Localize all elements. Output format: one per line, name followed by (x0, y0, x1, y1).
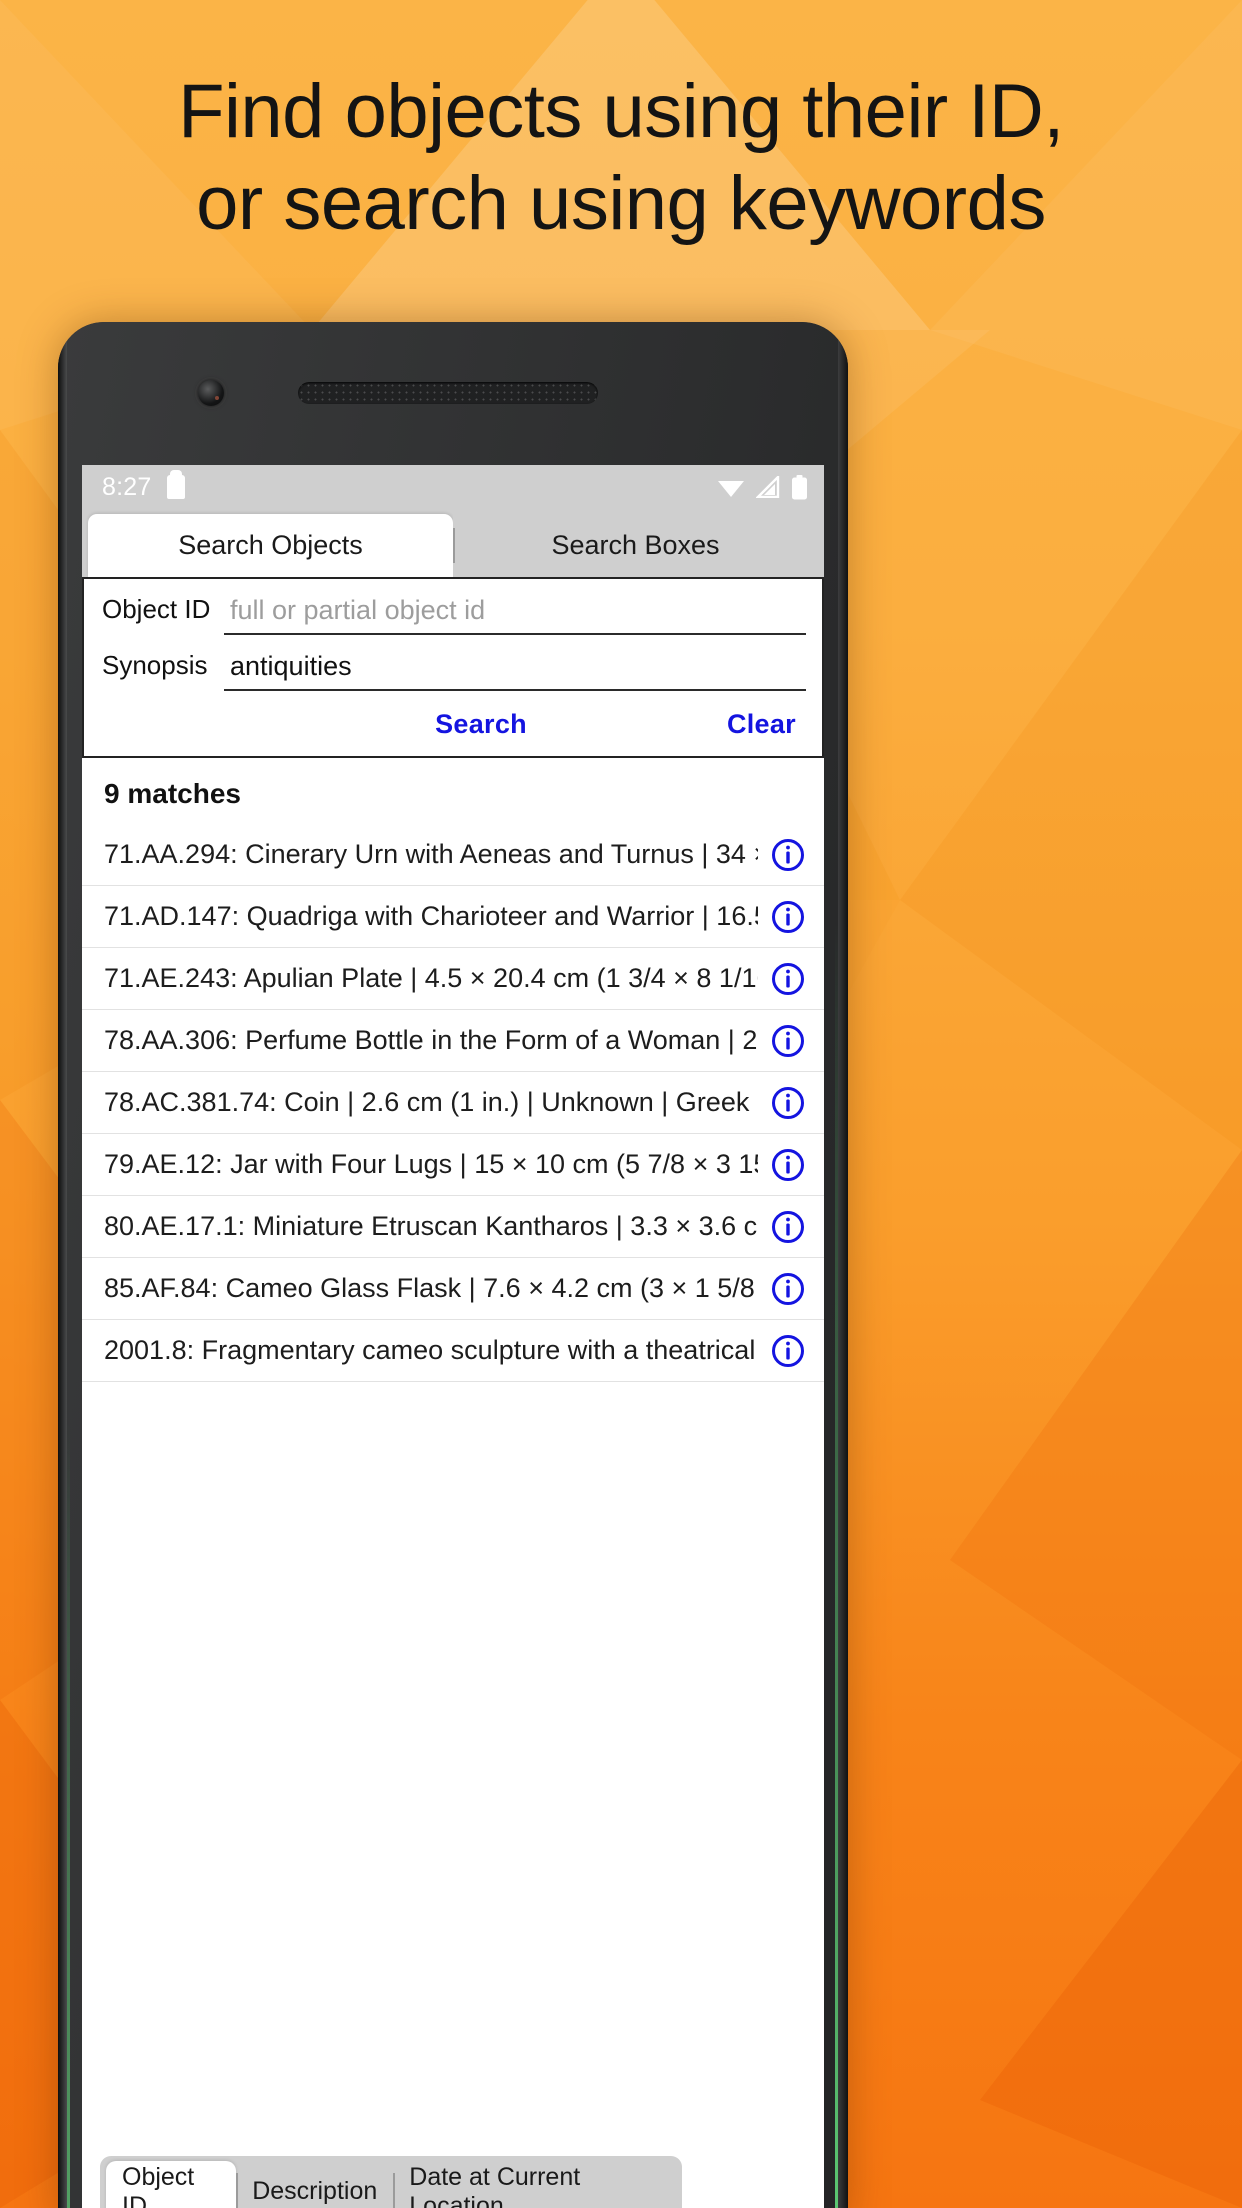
info-circle-icon[interactable] (768, 1021, 808, 1061)
list-item[interactable]: 71.AE.243: Apulian Plate | 4.5 × 20.4 cm… (82, 948, 824, 1010)
sort-tab-date-at-current-location[interactable]: Date at Current Location (393, 2161, 682, 2208)
sort-tab-description-label: Description (252, 2177, 378, 2205)
phone-left-rim (58, 322, 67, 2208)
status-bar-time: 8:27 (102, 472, 152, 501)
list-item-label: 85.AF.84: Cameo Glass Flask | 7.6 × 4.2 … (104, 1273, 758, 1303)
synopsis-label: Synopsis (102, 650, 208, 680)
list-item[interactable]: 85.AF.84: Cameo Glass Flask | 7.6 × 4.2 … (82, 1258, 824, 1320)
list-item[interactable]: 2001.8: Fragmentary cameo sculpture with… (82, 1320, 824, 1382)
sort-tab-description[interactable]: Description (236, 2161, 393, 2208)
list-item[interactable]: 78.AC.381.74: Coin | 2.6 cm (1 in.) | Un… (82, 1072, 824, 1134)
phone-right-edge-highlight (835, 922, 838, 2208)
info-circle-icon[interactable] (768, 1145, 808, 1185)
tab-search-objects[interactable]: Search Objects (88, 514, 453, 577)
synopsis-field-row: Synopsis antiquities (84, 635, 822, 691)
tab-search-boxes-label: Search Boxes (551, 530, 720, 560)
list-item-label: 80.AE.17.1: Miniature Etruscan Kantharos… (104, 1211, 758, 1241)
sim-card-icon (167, 470, 186, 499)
list-item-label: 71.AE.243: Apulian Plate | 4.5 × 20.4 cm… (104, 963, 758, 993)
object-id-input[interactable]: full or partial object id (224, 591, 806, 635)
phone-screen: 8:27 Search Objects Search Boxes Object … (82, 465, 824, 2208)
phone-right-rim (838, 322, 848, 2208)
list-item-label: 71.AD.147: Quadriga with Charioteer and … (104, 901, 758, 931)
top-tab-bar[interactable]: Search Objects Search Boxes (82, 509, 824, 577)
sort-tab-date-label: Date at Current Location (409, 2162, 581, 2208)
info-circle-icon[interactable] (768, 1331, 808, 1371)
headline-line-1: Find objects using their ID, (178, 69, 1064, 154)
clear-button[interactable]: Clear (727, 709, 796, 740)
phone-mockup: 8:27 Search Objects Search Boxes Object … (58, 322, 848, 2208)
phone-left-edge-highlight (67, 1422, 70, 2208)
object-id-label: Object ID (102, 594, 211, 624)
headline-line-2: or search using keywords (196, 160, 1046, 246)
page-title: Find objects using their ID, or search u… (0, 70, 1242, 245)
tab-search-objects-label: Search Objects (178, 530, 363, 560)
wifi-icon (718, 481, 744, 497)
list-item-label: 2001.8: Fragmentary cameo sculpture with… (104, 1335, 758, 1365)
list-item[interactable]: 80.AE.17.1: Miniature Etruscan Kantharos… (82, 1196, 824, 1258)
status-bar: 8:27 (82, 465, 824, 509)
results-count: 9 matches (104, 778, 241, 809)
info-circle-icon[interactable] (768, 1269, 808, 1309)
synopsis-input[interactable]: antiquities (224, 647, 806, 691)
sort-tab-object-id[interactable]: Object ID (106, 2161, 237, 2208)
synopsis-value: antiquities (230, 651, 352, 681)
search-form-actions: Search Clear (84, 691, 822, 756)
results-list[interactable]: 71.AA.294: Cinerary Urn with Aeneas and … (82, 824, 824, 1382)
list-item[interactable]: 71.AD.147: Quadriga with Charioteer and … (82, 886, 824, 948)
list-item[interactable]: 71.AA.294: Cinerary Urn with Aeneas and … (82, 824, 824, 886)
list-item[interactable]: 78.AA.306: Perfume Bottle in the Form of… (82, 1010, 824, 1072)
object-id-placeholder: full or partial object id (230, 595, 486, 625)
earpiece-speaker-icon (298, 382, 598, 404)
info-circle-icon[interactable] (768, 1207, 808, 1247)
list-item-label: 78.AA.306: Perfume Bottle in the Form of… (104, 1025, 758, 1055)
search-button[interactable]: Search (435, 709, 527, 740)
info-circle-icon[interactable] (768, 959, 808, 999)
list-item-label: 79.AE.12: Jar with Four Lugs | 15 × 10 c… (104, 1149, 758, 1179)
search-form-card: Object ID full or partial object id Syno… (82, 577, 824, 758)
list-item-label: 78.AC.381.74: Coin | 2.6 cm (1 in.) | Un… (104, 1087, 758, 1117)
list-item-label: 71.AA.294: Cinerary Urn with Aeneas and … (104, 839, 758, 869)
front-camera-icon (198, 380, 224, 406)
info-circle-icon[interactable] (768, 897, 808, 937)
cellular-signal-icon (756, 476, 780, 498)
sort-segmented-control[interactable]: Object ID Description Date at Current Lo… (100, 2156, 682, 2208)
list-item[interactable]: 79.AE.12: Jar with Four Lugs | 15 × 10 c… (82, 1134, 824, 1196)
info-circle-icon[interactable] (768, 1083, 808, 1123)
battery-icon (792, 474, 807, 499)
tab-search-boxes[interactable]: Search Boxes (453, 514, 818, 577)
object-id-field-row: Object ID full or partial object id (84, 579, 822, 635)
sort-tab-object-id-label: Object ID (122, 2162, 195, 2208)
info-circle-icon[interactable] (768, 835, 808, 875)
